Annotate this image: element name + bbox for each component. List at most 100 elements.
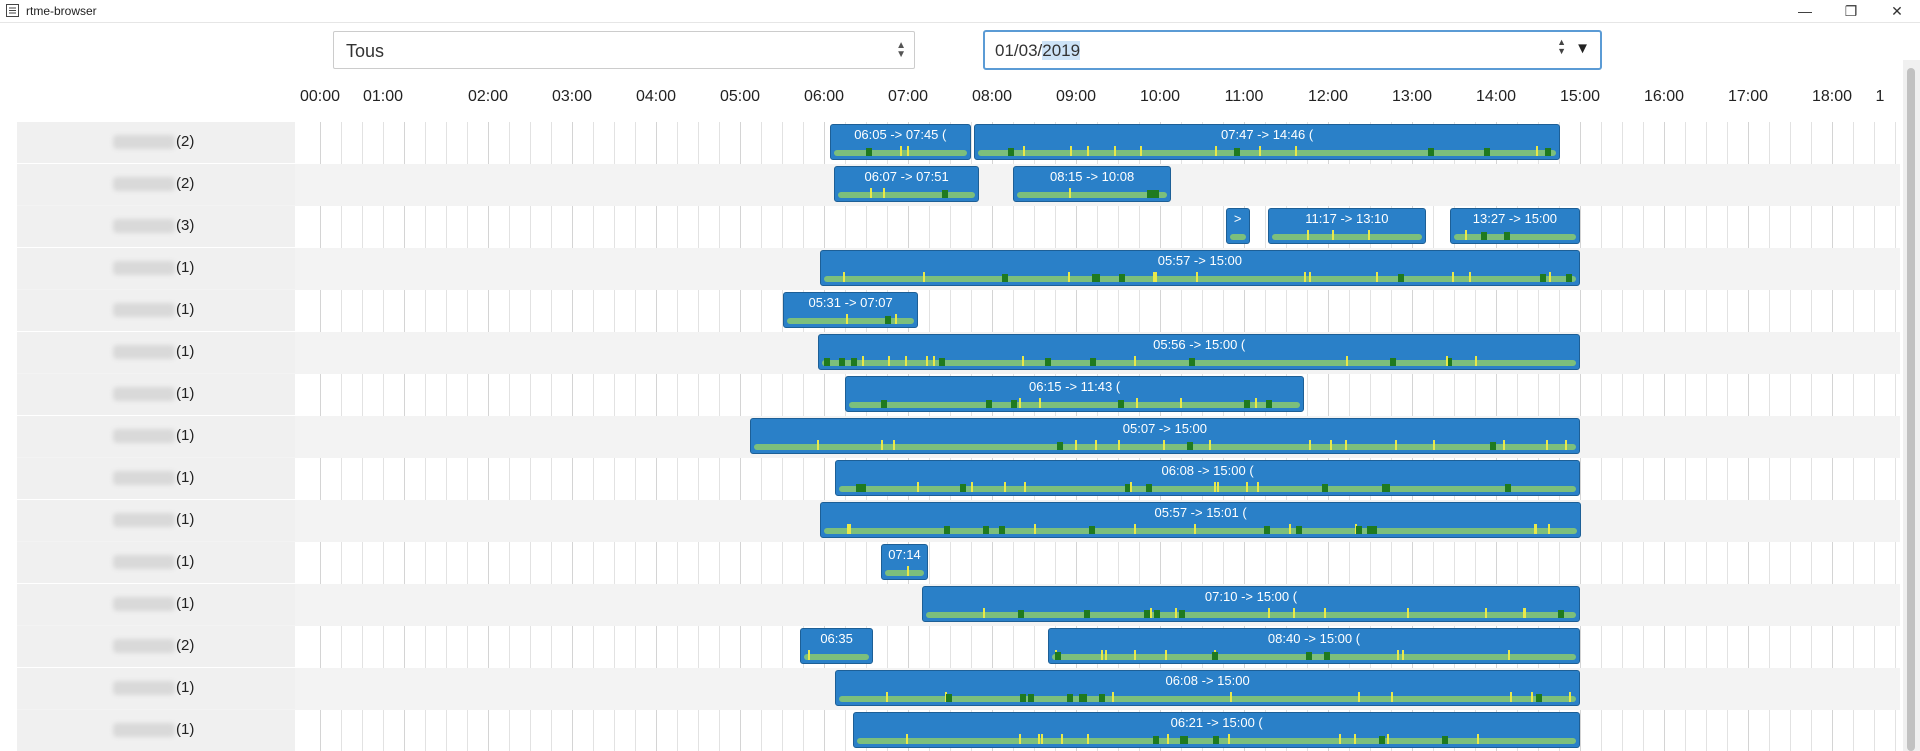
activity-bar[interactable]: 06:08 -> 15:00 ( bbox=[835, 460, 1580, 496]
scrollbar-thumb[interactable] bbox=[1907, 68, 1915, 751]
event-marker bbox=[1133, 524, 1136, 534]
event-marker bbox=[1345, 440, 1348, 450]
event-marker bbox=[1134, 356, 1137, 366]
event-marker bbox=[1346, 356, 1349, 366]
event-marker bbox=[1378, 736, 1385, 744]
event-marker bbox=[1503, 440, 1506, 450]
event-marker bbox=[880, 440, 883, 450]
activity-bar[interactable]: 08:40 -> 15:00 ( bbox=[1048, 628, 1580, 664]
activity-bar[interactable]: 11:17 -> 13:10 bbox=[1267, 208, 1426, 244]
event-marker bbox=[1263, 526, 1270, 534]
activity-bar[interactable]: > bbox=[1225, 208, 1250, 244]
event-marker bbox=[882, 188, 885, 198]
event-marker bbox=[1468, 272, 1471, 282]
window-title: rtme-browser bbox=[26, 4, 97, 18]
event-marker bbox=[1165, 650, 1167, 660]
event-marker bbox=[1213, 482, 1216, 492]
event-marker bbox=[1427, 148, 1434, 156]
activity-bar[interactable]: 05:56 -> 15:00 ( bbox=[818, 334, 1580, 370]
event-marker bbox=[905, 356, 908, 366]
activity-bar[interactable]: 06:07 -> 07:51 bbox=[833, 166, 980, 202]
select-arrows-icon: ▲ ▼ bbox=[896, 40, 906, 60]
event-marker bbox=[1118, 440, 1121, 450]
activity-bar[interactable]: 06:21 -> 15:00 ( bbox=[853, 712, 1580, 748]
activity-bar-label: 08:40 -> 15:00 ( bbox=[1267, 631, 1361, 646]
date-input[interactable]: 01/03/2019 ▲ ▼ ▼ bbox=[983, 30, 1602, 70]
row-count: (1) bbox=[176, 469, 195, 486]
redacted-name bbox=[113, 387, 175, 401]
activity-bar-label: 07:47 -> 14:46 ( bbox=[1221, 127, 1314, 142]
event-marker bbox=[1503, 232, 1510, 240]
event-marker bbox=[845, 314, 848, 324]
hour-label: 05:00 bbox=[719, 88, 761, 105]
activity-bar[interactable]: 05:07 -> 15:00 bbox=[749, 418, 1580, 454]
row-name-cell: (2) bbox=[17, 626, 295, 667]
event-marker bbox=[848, 524, 851, 534]
activity-bar-label: 06:15 -> 11:43 ( bbox=[1029, 379, 1121, 394]
event-marker bbox=[808, 650, 811, 660]
event-marker bbox=[1101, 650, 1104, 660]
row-name-cell: (1) bbox=[17, 500, 295, 541]
date-dropdown-icon[interactable]: ▼ bbox=[1575, 40, 1590, 57]
event-marker bbox=[846, 524, 849, 534]
event-marker bbox=[1162, 440, 1165, 450]
hour-label: 08:00 bbox=[971, 88, 1013, 105]
event-marker bbox=[1145, 484, 1152, 492]
event-marker bbox=[1147, 190, 1154, 198]
event-marker bbox=[1536, 146, 1539, 156]
activity-bar-label: 06:21 -> 15:00 ( bbox=[1170, 715, 1263, 730]
event-marker bbox=[1234, 148, 1241, 156]
event-marker bbox=[1295, 146, 1297, 156]
event-marker bbox=[1010, 400, 1017, 408]
hour-label: 14:00 bbox=[1475, 88, 1517, 105]
event-marker bbox=[1288, 524, 1291, 534]
event-marker bbox=[985, 400, 992, 408]
filter-select[interactable]: Tous ▲ ▼ bbox=[333, 31, 915, 69]
event-marker bbox=[1396, 650, 1399, 660]
activity-bar[interactable]: 05:31 -> 07:07 bbox=[783, 292, 918, 328]
event-marker bbox=[1175, 608, 1178, 618]
activity-bar[interactable]: 06:05 -> 07:45 ( bbox=[829, 124, 971, 160]
event-marker bbox=[1390, 692, 1393, 702]
activity-bar[interactable]: 13:27 -> 15:00 bbox=[1449, 208, 1580, 244]
activity-bar[interactable]: 06:35 bbox=[800, 628, 873, 664]
event-marker bbox=[1001, 274, 1008, 282]
activity-bar[interactable]: 06:15 -> 11:43 ( bbox=[845, 376, 1305, 412]
redacted-name bbox=[113, 723, 175, 737]
timeline-row: (3) >11:17 -> 13:10 13:27 -> 15:00 bbox=[17, 206, 1900, 248]
activity-track bbox=[839, 486, 1576, 492]
restore-button[interactable]: ❐ bbox=[1828, 0, 1874, 22]
event-marker bbox=[1390, 358, 1397, 366]
date-spinner-icon[interactable]: ▲ ▼ bbox=[1557, 38, 1566, 56]
app-list-icon bbox=[6, 4, 19, 17]
close-button[interactable]: ✕ bbox=[1874, 0, 1920, 22]
activity-bar[interactable]: 07:10 -> 15:00 ( bbox=[922, 586, 1580, 622]
event-marker bbox=[1038, 398, 1041, 408]
minimize-button[interactable]: — bbox=[1782, 0, 1828, 22]
activity-bar[interactable]: 07:14 bbox=[881, 544, 928, 580]
activity-bar[interactable]: 08:15 -> 10:08 bbox=[1013, 166, 1172, 202]
event-marker bbox=[1475, 356, 1478, 366]
hour-label: 10:00 bbox=[1139, 88, 1181, 105]
event-marker bbox=[1080, 694, 1087, 702]
activity-bar[interactable]: 05:57 -> 15:00 bbox=[819, 250, 1580, 286]
timeline-row: (1) 06:08 -> 15:00 ( bbox=[17, 458, 1900, 500]
activity-bar[interactable]: 07:47 -> 14:46 ( bbox=[973, 124, 1561, 160]
event-marker bbox=[1535, 694, 1542, 702]
event-marker bbox=[1485, 608, 1488, 618]
event-marker bbox=[1442, 736, 1449, 744]
activity-bar[interactable]: 05:57 -> 15:01 ( bbox=[819, 502, 1582, 538]
event-marker bbox=[1067, 694, 1074, 702]
vertical-scrollbar[interactable] bbox=[1903, 60, 1920, 751]
event-marker bbox=[1531, 692, 1534, 702]
event-marker bbox=[1307, 230, 1310, 240]
redacted-name bbox=[113, 345, 175, 359]
event-marker bbox=[1558, 610, 1565, 618]
redacted-name bbox=[113, 429, 175, 443]
hour-label: 15:00 bbox=[1559, 88, 1601, 105]
hour-label: 09:00 bbox=[1055, 88, 1097, 105]
event-marker bbox=[1483, 148, 1490, 156]
activity-bar[interactable]: 06:08 -> 15:00 bbox=[835, 670, 1580, 706]
event-marker bbox=[1244, 400, 1251, 408]
activity-bar-label: 05:31 -> 07:07 bbox=[808, 295, 893, 310]
